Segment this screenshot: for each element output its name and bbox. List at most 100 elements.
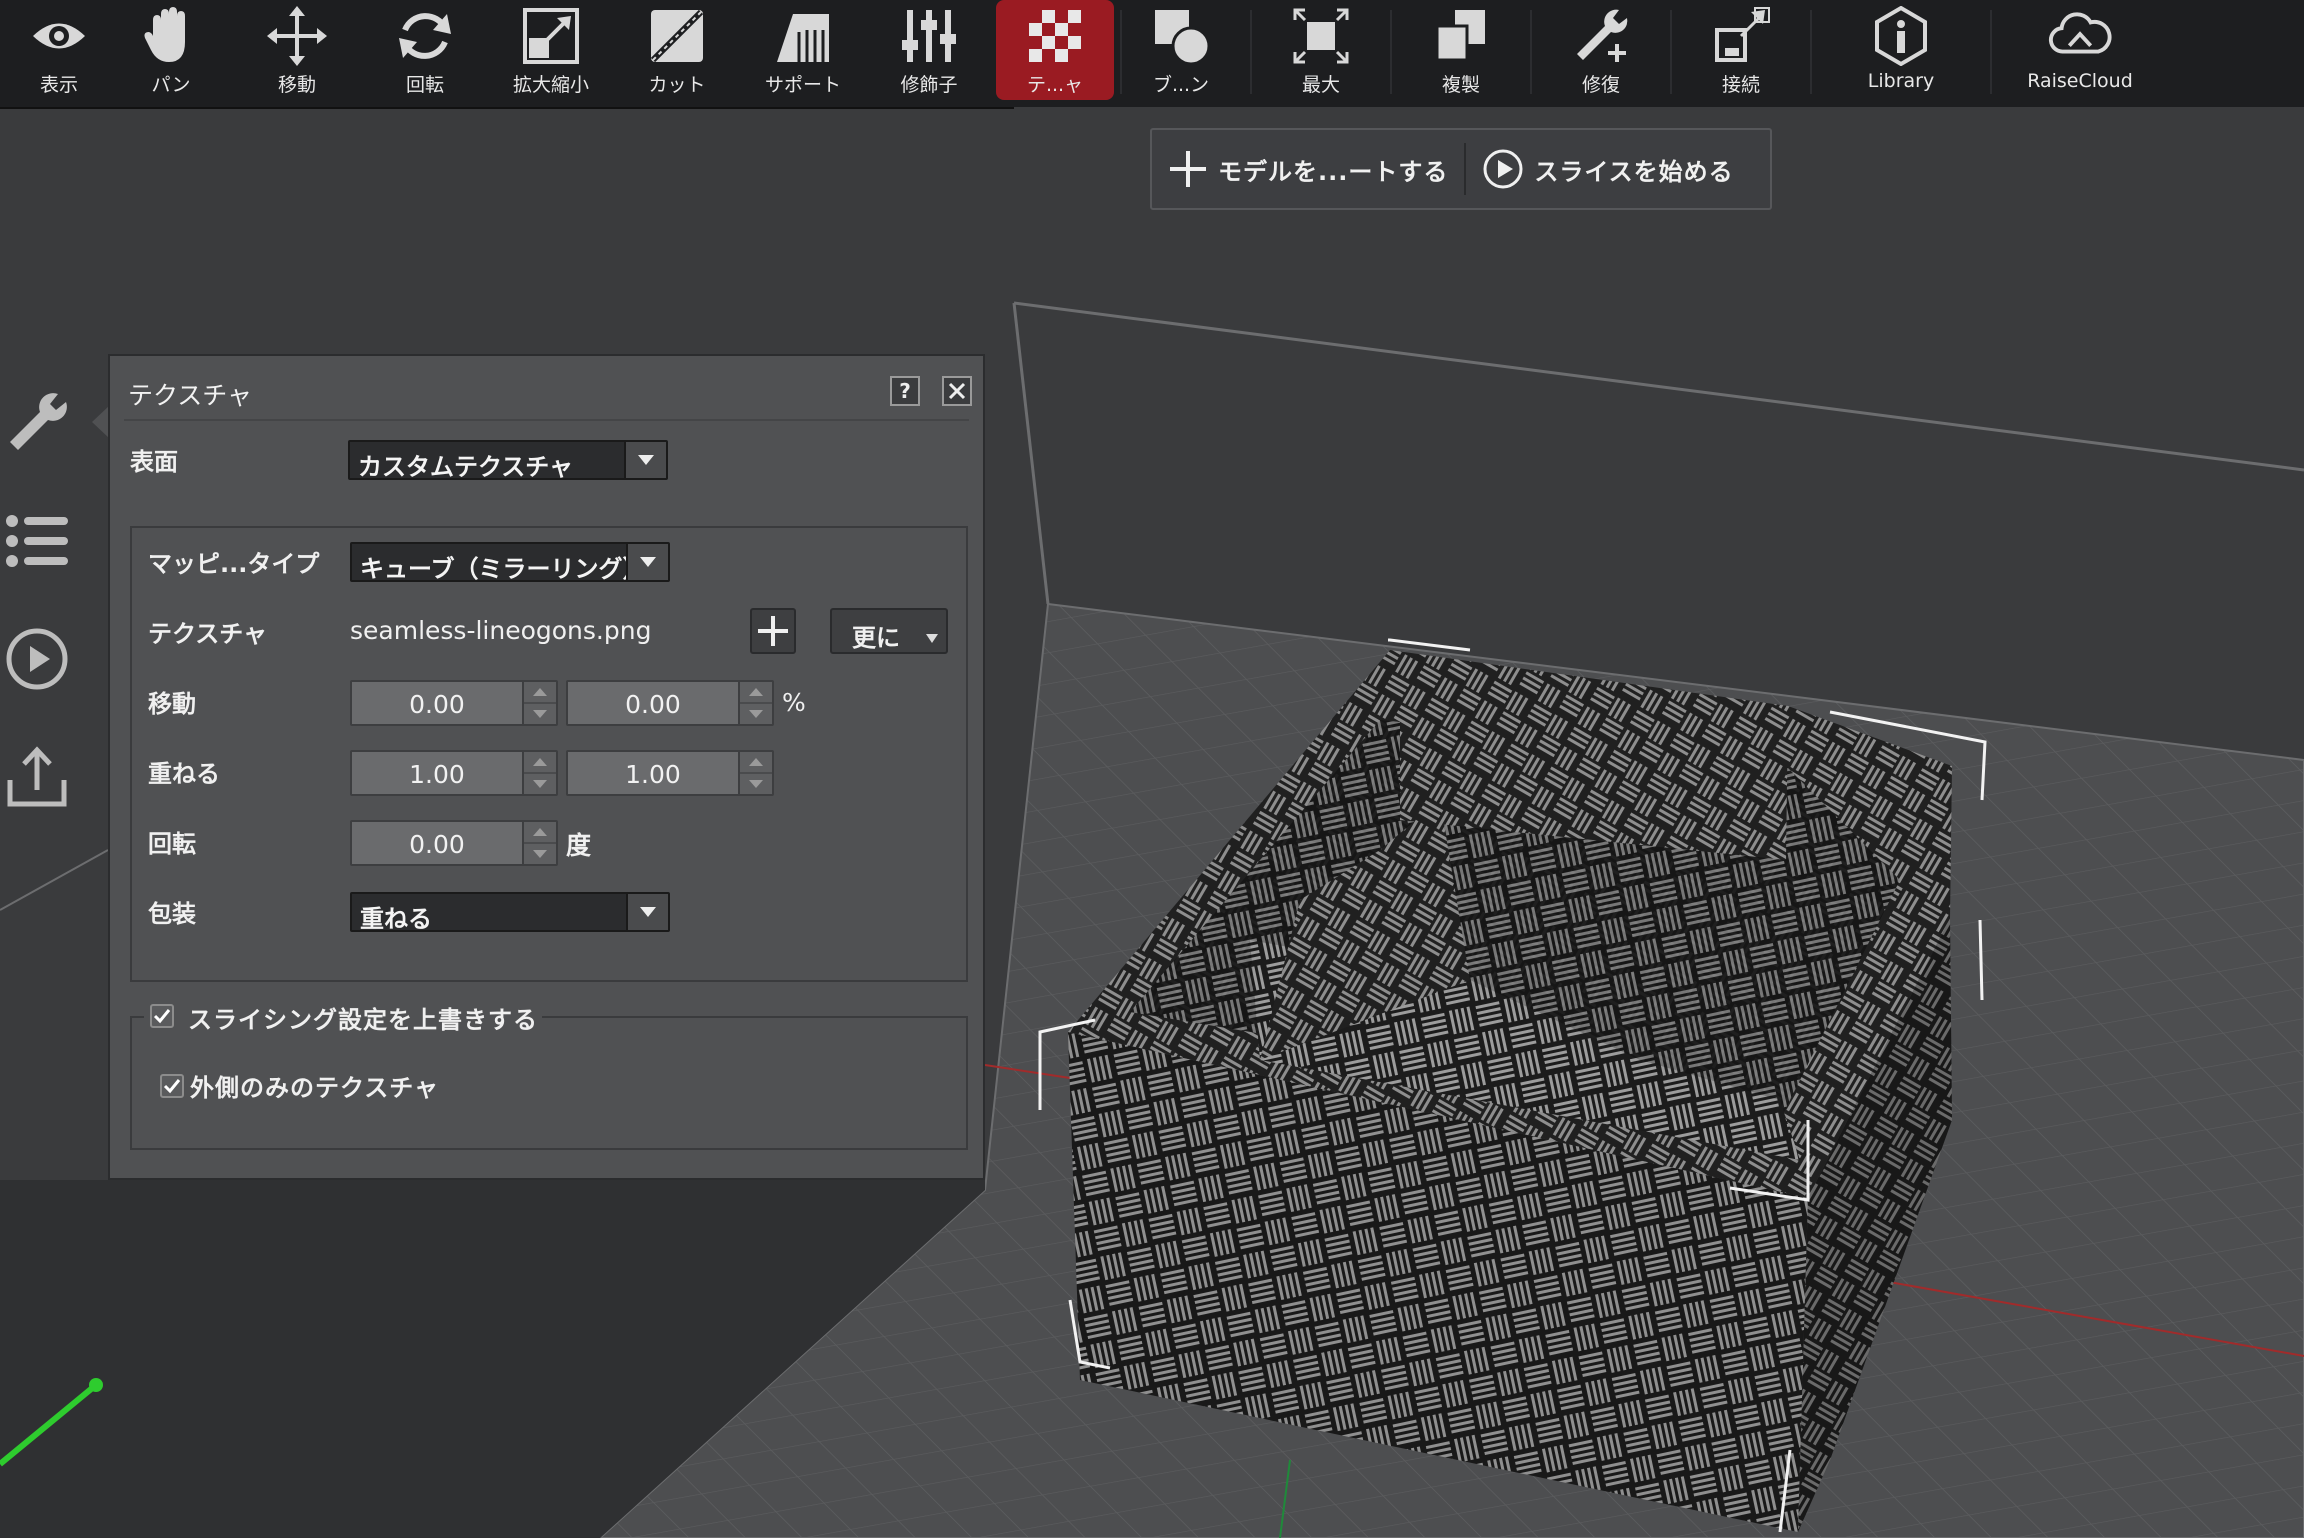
toolbar-divider (1810, 10, 1812, 94)
tool-label: RaiseCloud (2027, 70, 2133, 92)
viewport-action-bar: モデルを...ートする スライスを始める (1150, 128, 1772, 210)
outside-only-label: 外側のみのテクスチャ (190, 1074, 440, 1102)
rotate-field[interactable]: 0.00 (350, 820, 558, 866)
stepper-buttons[interactable] (522, 682, 556, 724)
export-icon[interactable] (0, 740, 74, 814)
library-icon (1869, 4, 1933, 68)
tool-rotate[interactable]: 回転 (366, 0, 484, 104)
scale-y-field[interactable]: 1.00 (566, 750, 774, 796)
tool-scale[interactable]: 拡大縮小 (492, 0, 610, 104)
checkmark-icon (163, 1079, 181, 1094)
checkmark-icon (153, 1009, 171, 1024)
tool-cut[interactable]: カット (618, 0, 736, 104)
tool-modifier[interactable]: 修飾子 (870, 0, 988, 104)
tool-repair[interactable]: 修復 (1542, 0, 1660, 104)
tool-label: 拡大縮小 (512, 74, 589, 96)
move-x-field[interactable]: 0.00 (350, 680, 558, 726)
texture-icon (1023, 4, 1087, 68)
main-toolbar: 表示 パン 移動 回転 拡大縮小 カット サポート 修飾子 テ...ャ ブ...… (0, 0, 2304, 109)
scale-x-field[interactable]: 1.00 (350, 750, 558, 796)
wrench-icon[interactable] (0, 386, 74, 460)
rotate-icon (393, 4, 457, 68)
override-legend: スライシング設定を上書きする (144, 998, 542, 1034)
help-button[interactable]: ? (890, 376, 920, 406)
plus-icon (758, 616, 788, 646)
duplicate-icon (1429, 4, 1493, 68)
override-checkbox[interactable] (150, 1004, 174, 1028)
chevron-down-icon (626, 544, 668, 580)
stepper-buttons[interactable] (522, 752, 556, 794)
tool-library[interactable]: Library (1842, 0, 1960, 104)
outside-only-checkbox[interactable] (160, 1074, 184, 1098)
tool-label: 回転 (405, 74, 444, 96)
tool-texture[interactable]: テ...ャ (996, 0, 1114, 100)
more-label: 更に (852, 624, 900, 652)
wrap-label: 包装 (148, 900, 196, 928)
close-icon (948, 382, 966, 400)
tool-raisecloud[interactable]: RaiseCloud (2021, 0, 2139, 104)
toolbar-divider (1390, 10, 1392, 94)
surface-select-value: カスタムテクスチャ (358, 453, 574, 481)
panel-title: テクスチャ (128, 381, 253, 410)
cloud-icon (2048, 4, 2112, 68)
build-volume-edge (1012, 302, 1050, 605)
start-slice-button[interactable]: スライスを始める (1466, 130, 1749, 208)
connect-icon (1709, 4, 1773, 68)
tool-pan[interactable]: パン (112, 0, 230, 104)
tool-support[interactable]: サポート (744, 0, 862, 104)
toolbar-divider (1530, 10, 1532, 94)
scale-icon (519, 4, 583, 68)
rotate-unit: 度 (566, 831, 592, 860)
tool-connect[interactable]: 接続 (1682, 0, 1800, 104)
tool-view[interactable]: 表示 (0, 0, 118, 104)
chevron-down-icon (624, 442, 666, 478)
texture-panel: テクスチャ ? 表面 カスタムテクスチャ マッピ...タイプ キューブ（ミラーリ… (108, 354, 985, 1180)
move-y-field[interactable]: 0.00 (566, 680, 774, 726)
tool-label: 表示 (39, 74, 78, 96)
play-circle-icon[interactable] (0, 622, 74, 696)
chevron-down-icon (626, 894, 668, 930)
move-x-value: 0.00 (409, 690, 465, 719)
surface-select[interactable]: カスタムテクスチャ (348, 440, 668, 481)
eye-icon (27, 4, 91, 68)
boolean-icon (1149, 4, 1213, 68)
header-divider (124, 419, 969, 421)
stepper-buttons[interactable] (738, 752, 772, 794)
tool-duplicate[interactable]: 複製 (1402, 0, 1520, 104)
add-texture-button[interactable] (750, 608, 796, 654)
rotate-label: 回転 (148, 830, 196, 858)
tool-label: 移動 (277, 74, 316, 96)
import-model-button[interactable]: モデルを...ートする (1152, 130, 1464, 208)
wrap-select-value: 重ねる (360, 905, 432, 933)
stepper-buttons[interactable] (522, 822, 556, 864)
override-label: スライシング設定を上書きする (188, 1006, 538, 1034)
surface-label: 表面 (130, 448, 178, 476)
mapping-type-label: マッピ...タイプ (148, 550, 320, 578)
scale-label: 重ねる (148, 760, 220, 788)
tool-maximize[interactable]: 最大 (1262, 0, 1380, 104)
repair-icon (1569, 4, 1633, 68)
move-icon (265, 4, 329, 68)
support-icon (771, 4, 835, 68)
tool-boolean[interactable]: ブ...ン (1122, 0, 1240, 104)
scale-x-value: 1.00 (409, 760, 465, 789)
tool-label: ブ...ン (1152, 74, 1210, 96)
import-model-label: モデルを...ートする (1218, 157, 1449, 186)
chevron-down-icon (926, 634, 938, 643)
texture-filename: seamless-lineogons.png (350, 616, 652, 645)
close-button[interactable] (942, 376, 972, 406)
toolbar-divider (1250, 10, 1252, 94)
stepper-buttons[interactable] (738, 682, 772, 724)
tool-move[interactable]: 移動 (238, 0, 356, 104)
toolbar-divider (1670, 10, 1672, 94)
modifier-icon (897, 4, 961, 68)
list-icon[interactable] (0, 504, 74, 578)
wrap-select[interactable]: 重ねる (350, 892, 670, 933)
more-button[interactable]: 更に (830, 608, 948, 654)
texture-label: テクスチャ (148, 620, 268, 648)
plus-icon (1168, 149, 1208, 189)
cut-icon (645, 4, 709, 68)
question-icon: ? (899, 379, 911, 403)
move-label: 移動 (148, 690, 196, 718)
mapping-type-select[interactable]: キューブ（ミラーリング） (350, 542, 670, 583)
